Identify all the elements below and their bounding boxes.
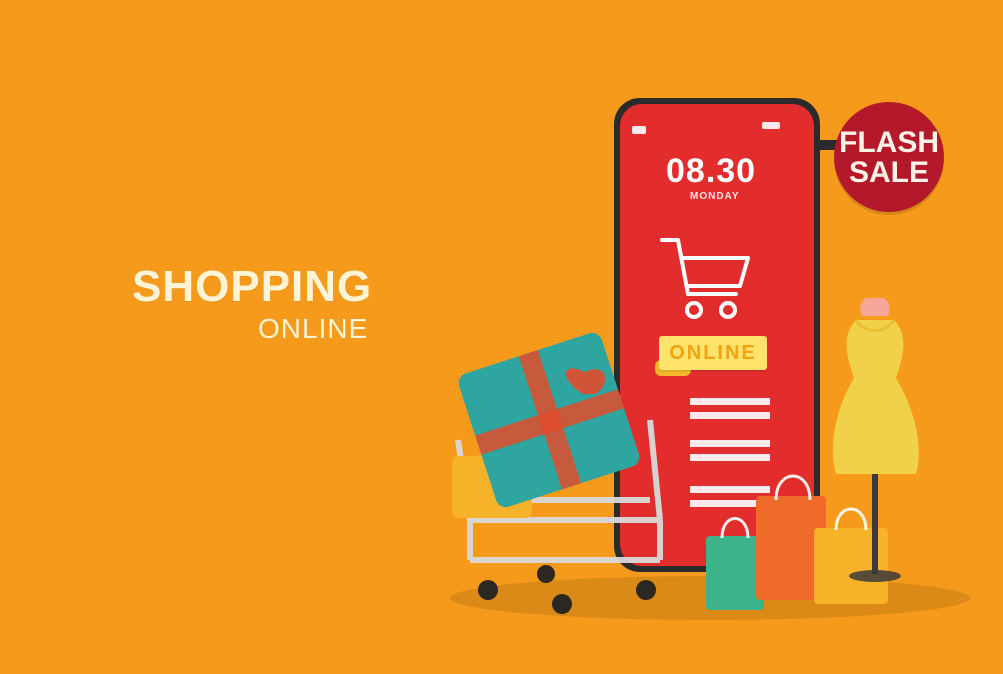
- hero-title: SHOPPING: [132, 262, 373, 311]
- bag-green: [706, 536, 764, 610]
- cart-wheel: [636, 580, 656, 600]
- cart-wheel: [478, 580, 498, 600]
- flash-sale-line2: SALE: [848, 156, 929, 189]
- list-line: [690, 454, 770, 461]
- list-line: [690, 486, 770, 493]
- signal-icon: [632, 126, 646, 134]
- cart-wheel: [537, 565, 555, 583]
- list-line: [690, 412, 770, 419]
- hero-subtitle: ONLINE: [258, 313, 369, 344]
- list-line: [690, 440, 770, 447]
- cart-wheel: [552, 594, 572, 614]
- illustration-canvas: [450, 98, 970, 620]
- phone-time: 08.30: [666, 152, 757, 190]
- flash-sale-text: FLASH SALE: [839, 128, 939, 188]
- phone-day: MONDAY: [690, 191, 740, 202]
- online-tag: ONLINE: [659, 336, 767, 370]
- list-line: [690, 398, 770, 405]
- battery-icon: [762, 122, 780, 129]
- flash-sale-line1: FLASH: [839, 126, 939, 159]
- shopping-online-illustration: SHOPPING ONLINE 08.30 MONDAY ONLINE FLAS…: [0, 0, 1003, 669]
